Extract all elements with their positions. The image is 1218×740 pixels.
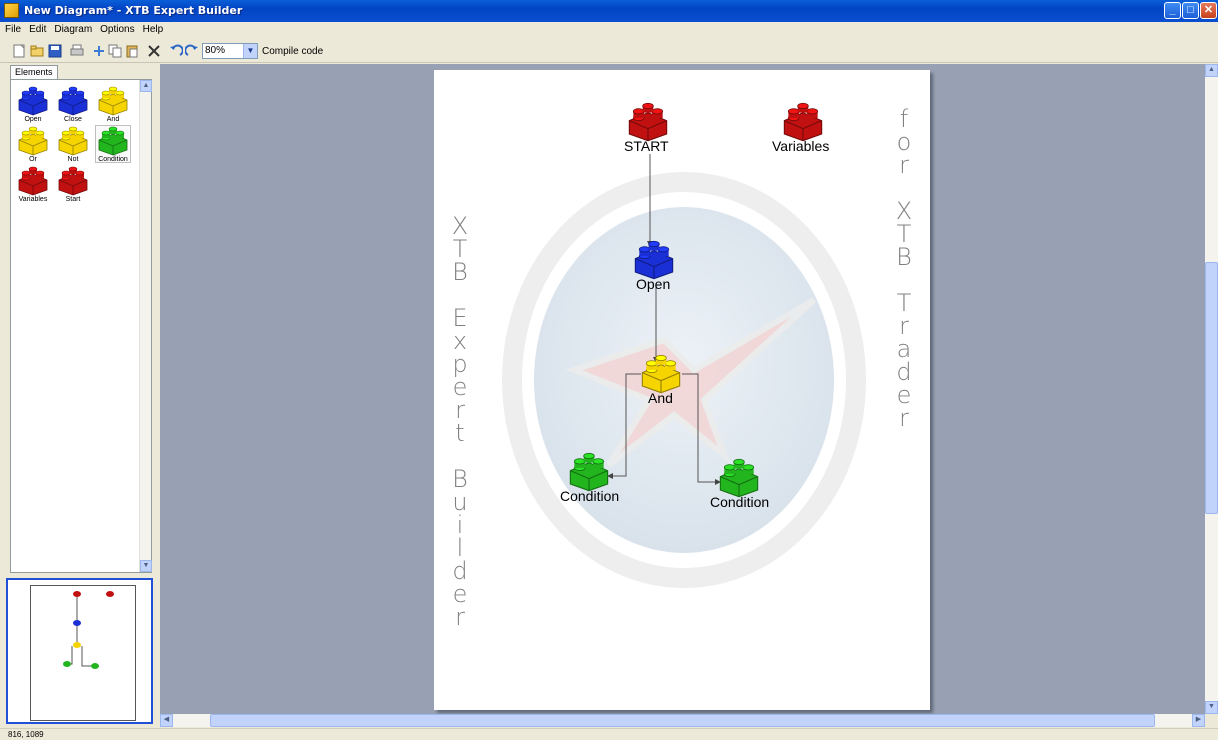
and-node-icon[interactable] <box>637 354 685 394</box>
elements-palette: Open Close And Or Not Condition Variable… <box>10 79 152 573</box>
diagram-page[interactable]: XTBExpertBuilder forXTBTrader START Vari… <box>434 70 930 710</box>
brick-icon <box>18 166 48 196</box>
start-node-icon[interactable] <box>624 102 672 142</box>
save-icon[interactable] <box>48 44 62 58</box>
and-node-label: And <box>648 390 673 406</box>
chevron-up-icon[interactable]: ▲ <box>140 80 152 92</box>
scroll-thumb[interactable] <box>1205 262 1218 514</box>
compile-code-button[interactable]: Compile code <box>262 46 323 57</box>
brick-icon <box>58 86 88 116</box>
scroll-thumb[interactable] <box>210 714 1155 727</box>
palette-item-label: Or <box>29 156 37 163</box>
menu-help[interactable]: Help <box>138 22 167 35</box>
paste-icon[interactable] <box>125 44 139 58</box>
palette-item-open[interactable]: Open <box>16 86 50 123</box>
cursor-coordinates: 816, 1089 <box>8 730 44 739</box>
copy-icon[interactable] <box>108 44 122 58</box>
variables-node-icon[interactable] <box>779 102 827 142</box>
elements-tabstrip: Elements <box>10 65 153 79</box>
open-icon[interactable] <box>30 44 44 58</box>
palette-item-and[interactable]: And <box>96 86 130 123</box>
overview-diagram <box>63 591 114 669</box>
open-node-label: Open <box>636 276 671 292</box>
condition-node-label: Condition <box>710 494 770 510</box>
open-node-icon[interactable] <box>630 240 678 280</box>
window-title: New Diagram* - XTB Expert Builder <box>24 4 243 17</box>
chevron-down-icon[interactable]: ▼ <box>1205 701 1218 714</box>
palette-item-label: Not <box>67 156 79 163</box>
palette-item-condition[interactable]: Condition <box>95 125 131 163</box>
palette-item-label: Condition <box>98 156 128 163</box>
palette-item-label: Close <box>64 116 82 123</box>
palette-scrollbar[interactable]: ▲ ▼ <box>139 80 152 572</box>
palette-item-label: And <box>106 116 120 123</box>
toolbar <box>0 39 1218 63</box>
new-icon[interactable] <box>12 44 26 58</box>
cut-icon[interactable] <box>92 44 106 58</box>
palette-item-label: Open <box>24 116 42 123</box>
palette-item-start[interactable]: Start <box>56 166 90 203</box>
print-icon[interactable] <box>70 44 84 58</box>
diagram-overview[interactable] <box>6 578 153 724</box>
zoom-value: 80% <box>205 45 226 56</box>
brick-icon <box>58 126 88 156</box>
status-bar: 816, 1089 <box>0 728 1218 740</box>
undo-icon[interactable] <box>169 44 183 58</box>
menu-edit[interactable]: Edit <box>24 22 49 35</box>
brick-icon <box>58 166 88 196</box>
zoom-select[interactable]: 80% ▼ <box>202 43 258 59</box>
brick-icon <box>98 126 128 156</box>
minimize-button[interactable]: _ <box>1164 2 1181 19</box>
title-bar: New Diagram* - XTB Expert Builder _ □ ✕ <box>0 0 1218 22</box>
chevron-up-icon[interactable]: ▲ <box>1205 64 1218 77</box>
condition-node-icon[interactable] <box>565 452 613 492</box>
menu-bar: File Edit Diagram Options Help <box>0 22 1218 39</box>
maximize-button[interactable]: □ <box>1182 2 1199 19</box>
delete-icon[interactable] <box>147 44 161 58</box>
palette-item-label: Variables <box>18 196 48 203</box>
chevron-down-icon[interactable]: ▼ <box>140 560 152 572</box>
overview-page <box>30 585 136 721</box>
palette-item-label: Start <box>65 196 81 203</box>
menu-file[interactable]: File <box>0 22 24 35</box>
palette-item-variables[interactable]: Variables <box>16 166 50 203</box>
start-node-label: START <box>624 138 669 154</box>
chevron-left-icon[interactable]: ◀ <box>160 714 173 727</box>
canvas-vertical-scrollbar[interactable]: ▲ ▼ <box>1205 64 1218 714</box>
canvas-horizontal-scrollbar[interactable]: ◀ ▶ <box>160 714 1205 727</box>
chevron-right-icon[interactable]: ▶ <box>1192 714 1205 727</box>
chevron-down-icon[interactable]: ▼ <box>243 44 257 58</box>
brick-icon <box>98 86 128 116</box>
variables-node-label: Variables <box>772 138 830 154</box>
palette-item-close[interactable]: Close <box>56 86 90 123</box>
app-icon <box>4 3 19 18</box>
palette-item-not[interactable]: Not <box>56 126 90 163</box>
redo-icon[interactable] <box>185 44 199 58</box>
palette-item-or[interactable]: Or <box>16 126 50 163</box>
condition-node-label: Condition <box>560 488 620 504</box>
menu-diagram[interactable]: Diagram <box>49 22 95 35</box>
menu-options[interactable]: Options <box>95 22 137 35</box>
brick-icon <box>18 86 48 116</box>
condition-node-icon[interactable] <box>715 458 763 498</box>
brick-icon <box>18 126 48 156</box>
close-button[interactable]: ✕ <box>1200 2 1217 19</box>
diagram-canvas[interactable]: XTBExpertBuilder forXTBTrader START Vari… <box>160 64 1205 714</box>
tab-elements[interactable]: Elements <box>10 65 58 79</box>
